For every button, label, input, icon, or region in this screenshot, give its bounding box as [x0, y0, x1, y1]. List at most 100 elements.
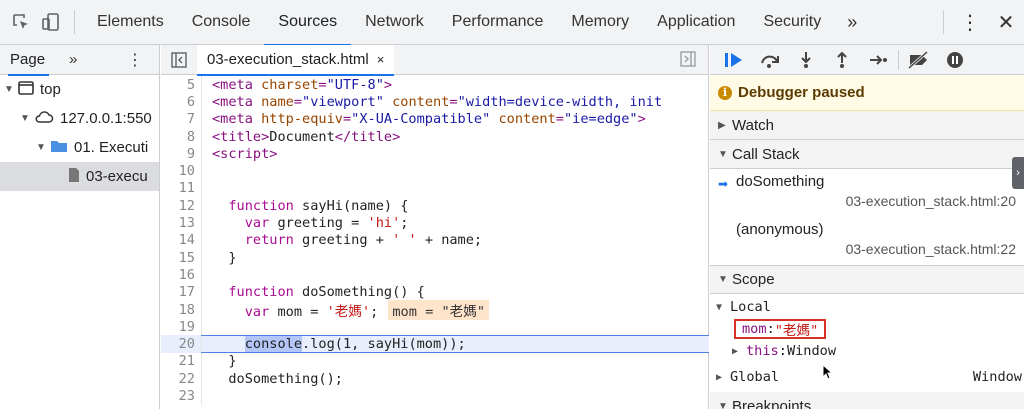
line-number[interactable]: 9 [161, 146, 197, 162]
line-number[interactable]: 7 [161, 111, 197, 127]
call-frame[interactable]: ➡ doSomething 03-execution_stack.html:20 [710, 169, 1024, 217]
code-line[interactable]: 10 [161, 162, 709, 180]
tree-item-origin[interactable]: ▼ 127.0.0.1:550 [0, 104, 159, 133]
close-devtools-button[interactable]: ✕ [988, 10, 1024, 35]
navigator-more-button[interactable]: » [69, 51, 77, 68]
code-area[interactable]: 5 <meta charset="UTF-8"> 6 <meta name="vie… [161, 76, 709, 405]
code-text: return greeting + ' ' + name; [244, 232, 483, 249]
navigator-tab-page[interactable]: Page [7, 51, 50, 76]
scope-variable[interactable]: ▶ this: Window [710, 340, 1024, 362]
expand-arrow-icon: ▼ [20, 113, 30, 124]
line-number[interactable]: 19 [161, 319, 197, 335]
call-frame-location[interactable]: 03-execution_stack.html:20 [736, 193, 1024, 213]
code-line[interactable]: 19 [161, 318, 709, 336]
code-line[interactable]: 6 <meta name="viewport" content="width=de… [161, 93, 709, 111]
step-over-icon[interactable] [752, 45, 788, 75]
expand-arrow-icon: ▼ [716, 301, 723, 313]
current-frame-arrow-icon: ➡ [718, 177, 729, 191]
breakpoints-section-header[interactable]: ▼ Breakpoints [710, 392, 1024, 409]
scope-variable[interactable]: mom: "老媽" [710, 318, 1024, 340]
tab-console[interactable]: Console [178, 0, 265, 45]
line-number[interactable]: 6 [161, 94, 197, 110]
tab-sources[interactable]: Sources [264, 0, 351, 46]
watch-section-header[interactable]: ▶ Watch [710, 111, 1024, 140]
line-number[interactable]: 12 [161, 198, 197, 214]
code-line[interactable]: 7 <meta http-equiv="X-UA-Compatible" cont… [161, 110, 709, 128]
call-frame-location[interactable]: 03-execution_stack.html:22 [736, 241, 1024, 261]
line-number[interactable]: 16 [161, 267, 197, 283]
navigator-menu-icon[interactable]: ⋮ [127, 50, 143, 70]
resume-icon[interactable] [716, 45, 752, 75]
step-icon[interactable] [860, 45, 896, 75]
line-number[interactable]: 13 [161, 215, 197, 231]
line-number[interactable]: 23 [161, 388, 197, 404]
line-number[interactable]: 15 [161, 250, 197, 266]
toggle-navigator-icon[interactable] [161, 51, 197, 68]
close-file-icon[interactable]: × [377, 52, 385, 67]
call-stack-section-header[interactable]: ▼ Call Stack [710, 140, 1024, 169]
code-line[interactable]: 17 function doSomething() { [161, 283, 709, 301]
line-number[interactable]: 21 [161, 353, 197, 369]
step-out-icon[interactable] [824, 45, 860, 75]
tree-item-label: 01. Executi [74, 139, 149, 156]
debugger-toolbar [710, 45, 1024, 75]
tree-item-file[interactable]: 03-execu [0, 162, 159, 191]
tab-security[interactable]: Security [749, 0, 835, 45]
tab-network[interactable]: Network [351, 0, 438, 45]
editor-file-tab[interactable]: 03-execution_stack.html × [197, 44, 395, 76]
tree-item-top[interactable]: ▼ top [0, 75, 159, 104]
code-line[interactable]: 23 [161, 387, 709, 405]
variable-value: Window [786, 343, 837, 359]
line-number[interactable]: 10 [161, 163, 197, 179]
line-number[interactable]: 20 [161, 336, 197, 352]
step-into-icon[interactable] [788, 45, 824, 75]
code-line[interactable]: 15 } [161, 248, 709, 267]
deactivate-breakpoints-icon[interactable] [901, 45, 937, 75]
tab-application[interactable]: Application [643, 0, 749, 45]
code-line[interactable]: 16 [161, 266, 709, 284]
code-line[interactable]: 22 doSomething(); [161, 370, 709, 388]
call-frame[interactable]: (anonymous) 03-execution_stack.html:22 [710, 217, 1024, 265]
sidebar-expand-handle[interactable]: › [1012, 157, 1024, 189]
inline-variable-value: mom = "老媽" [388, 299, 490, 320]
toggle-debugger-icon[interactable] [680, 51, 696, 71]
customize-menu-button[interactable]: ⋮ [952, 10, 988, 35]
tab-elements[interactable]: Elements [83, 0, 178, 45]
code-line[interactable]: 12 function sayHi(name) { [161, 197, 709, 215]
code-line[interactable]: 14 return greeting + ' ' + name; [161, 231, 709, 249]
scope-section-header[interactable]: ▼ Scope [710, 265, 1024, 294]
scope-local[interactable]: ▼ Local [710, 296, 1024, 318]
more-tabs-button[interactable]: » [835, 12, 869, 33]
code-line[interactable]: 8 <title>Document</title> [161, 127, 709, 146]
code-text: doSomething(); [212, 370, 343, 387]
scope-global[interactable]: ▶ Global Window [710, 366, 1024, 388]
device-toolbar-icon[interactable] [36, 7, 66, 37]
tree-item-folder[interactable]: ▼ 01. Executi [0, 133, 159, 162]
code-line[interactable]: 13 var greeting = 'hi'; [161, 214, 709, 232]
pause-on-exceptions-icon[interactable] [937, 45, 973, 75]
tab-memory[interactable]: Memory [557, 0, 643, 45]
code-line[interactable]: 9 <script> [161, 145, 709, 163]
cloud-icon [34, 110, 54, 128]
line-number[interactable]: 17 [161, 284, 197, 300]
code-line[interactable]: 18 var mom = '老媽'; mom = "老媽" [161, 299, 709, 320]
code-line[interactable]: 5 <meta charset="UTF-8"> [161, 76, 709, 94]
navigator-header: Page » ⋮ [0, 45, 159, 76]
current-execution-line[interactable]: 20 console.log(1, sayHi(mom)); [161, 335, 709, 354]
call-frame-name: (anonymous) [736, 221, 824, 238]
tree-item-label: 03-execu [86, 168, 148, 185]
line-number[interactable]: 11 [161, 180, 197, 196]
inspect-element-icon[interactable] [6, 7, 36, 37]
line-number[interactable]: 8 [161, 129, 197, 145]
line-number[interactable]: 18 [161, 302, 197, 318]
mouse-cursor-icon [822, 363, 834, 383]
expand-arrow-icon: ▼ [718, 148, 728, 160]
line-number[interactable]: 5 [161, 77, 197, 93]
line-number[interactable]: 22 [161, 371, 197, 387]
code-text: function doSomething() { [228, 284, 425, 301]
code-line[interactable]: 11 [161, 179, 709, 198]
tab-performance[interactable]: Performance [438, 0, 558, 45]
code-text: <meta http-equiv="X-UA-Compatible" conte… [212, 111, 646, 128]
code-line[interactable]: 21 } [161, 352, 709, 371]
line-number[interactable]: 14 [161, 232, 197, 248]
